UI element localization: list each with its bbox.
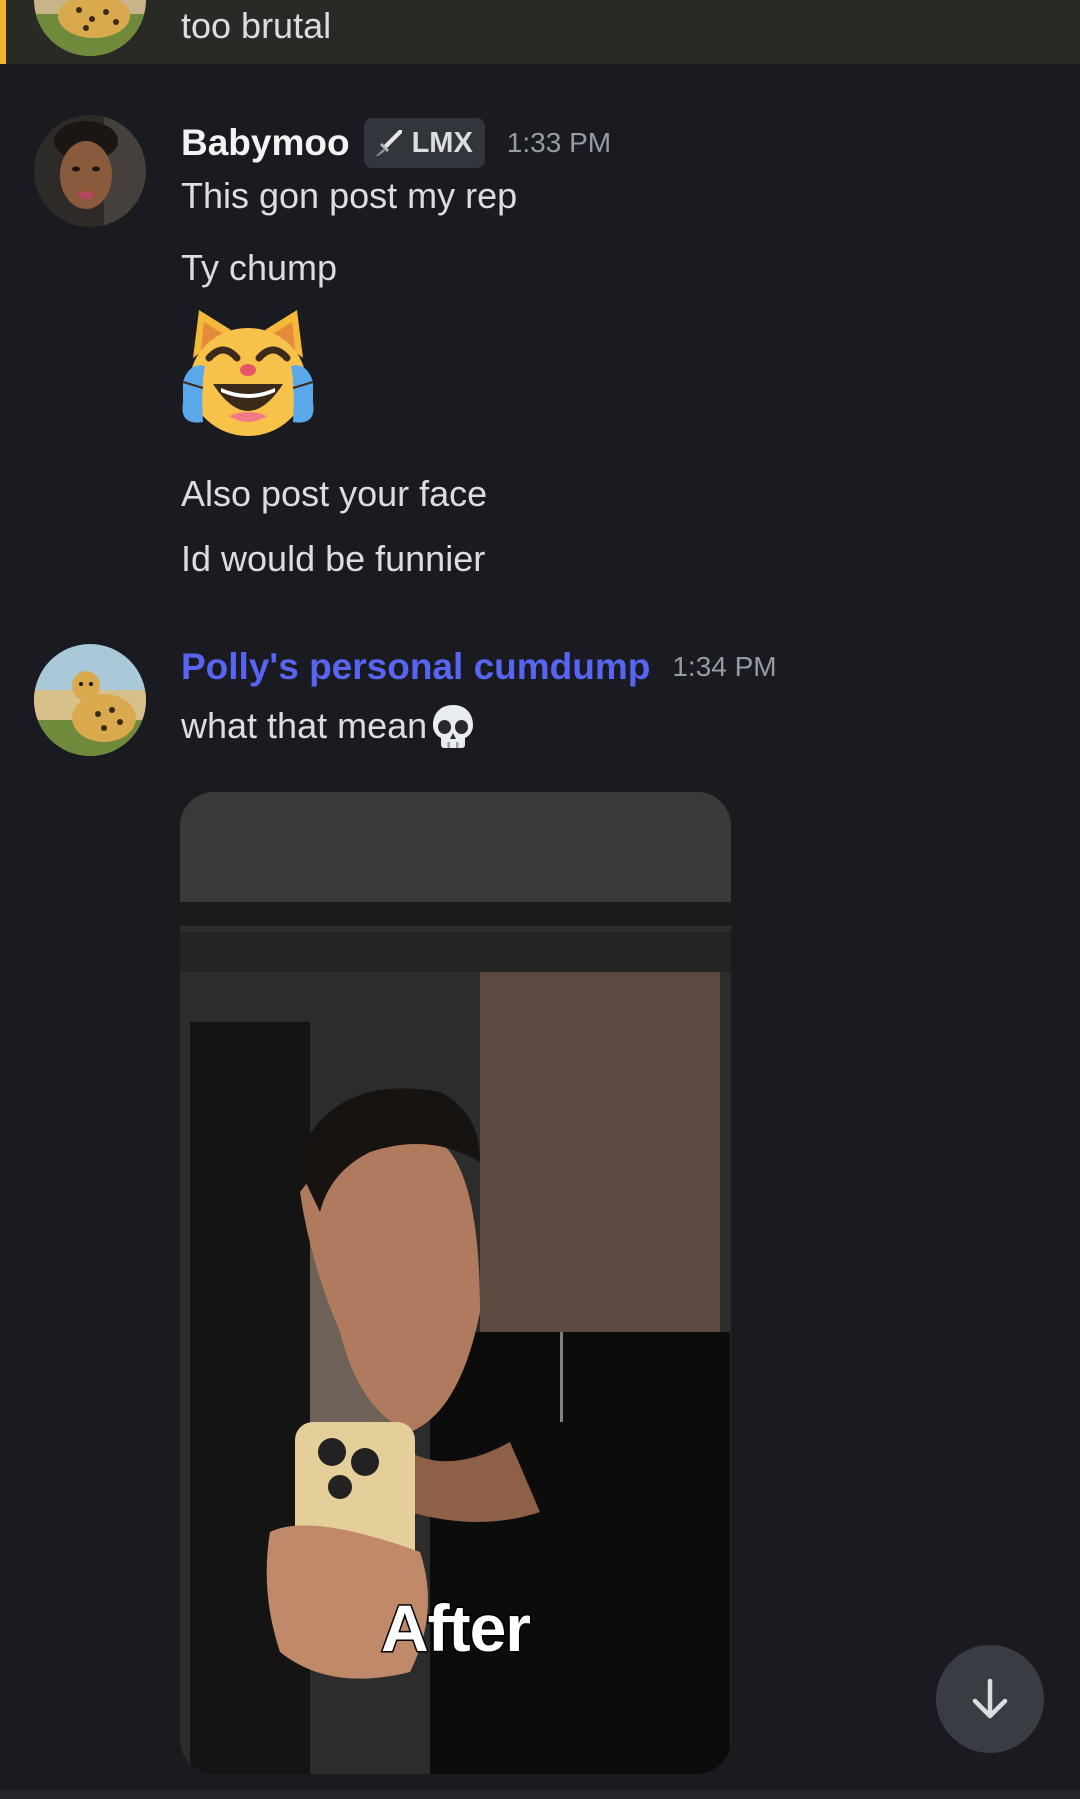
message-header-polly: Polly's personal cumdump 1:34 PM xyxy=(181,646,777,688)
message-header-babymoo: Babymoo LMX 1:33 PM xyxy=(181,118,611,168)
arrow-down-icon xyxy=(972,1678,1008,1719)
message-text: Also post your face xyxy=(181,473,488,514)
jump-to-present-button[interactable] xyxy=(936,1645,1044,1753)
message-text: Ty chump xyxy=(181,247,338,288)
message-text: This gon post my rep xyxy=(181,175,518,216)
username[interactable]: Polly's personal cumdump xyxy=(181,646,650,688)
timestamp: 1:34 PM xyxy=(672,651,777,682)
chat-bottom-edge xyxy=(0,1790,1080,1799)
skull-emoji xyxy=(433,705,474,748)
username[interactable]: Babymoo xyxy=(181,122,350,164)
mention-indicator-bar xyxy=(0,0,6,64)
timestamp: 1:33 PM xyxy=(506,127,612,158)
image-caption: After xyxy=(379,1590,532,1667)
avatar-babymoo[interactable] xyxy=(34,115,146,227)
avatar-cheetah[interactable] xyxy=(34,644,146,756)
message-text: what that mean xyxy=(181,705,428,746)
guild-tag[interactable]: LMX xyxy=(363,118,485,168)
cat-tears-of-joy-emoji xyxy=(182,310,314,436)
image-attachment[interactable]: After xyxy=(180,792,731,1774)
guild-tag-label: LMX xyxy=(411,126,473,159)
message-text-row: what that mean xyxy=(181,702,477,750)
sword-icon xyxy=(375,130,402,156)
message-text: Id would be funnier xyxy=(181,538,486,579)
message-text: too brutal xyxy=(181,5,332,46)
highlighted-message-row[interactable] xyxy=(0,0,1080,64)
